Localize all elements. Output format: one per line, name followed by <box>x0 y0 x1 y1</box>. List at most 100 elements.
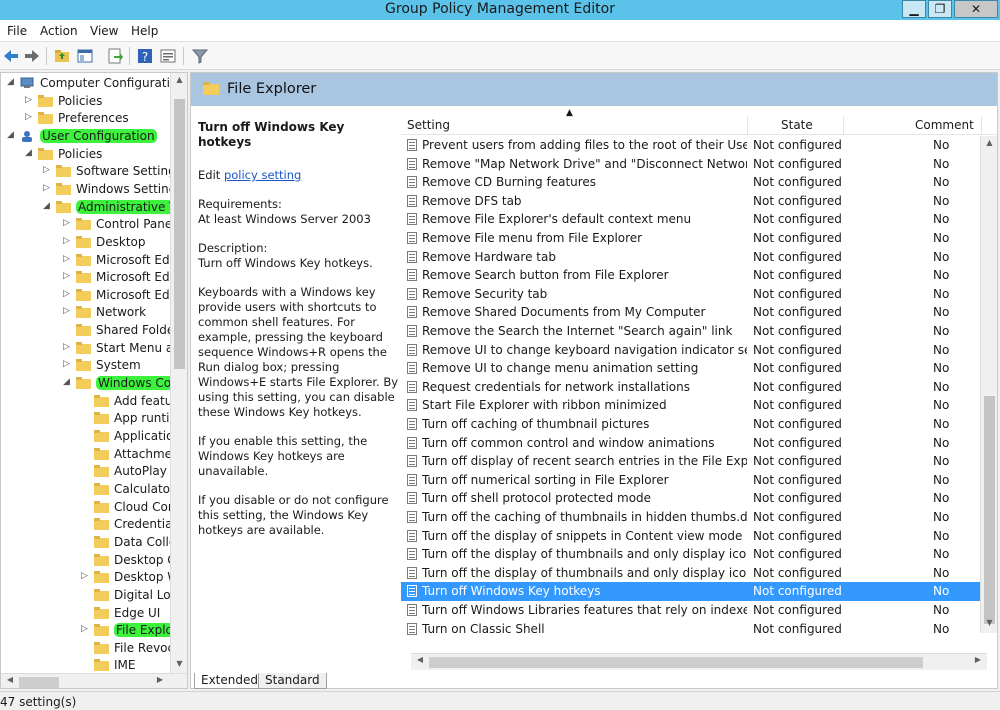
setting-row[interactable]: Remove File menu from File Explorer Not c… <box>401 229 981 248</box>
expand-icon[interactable]: ▷ <box>63 236 73 246</box>
tree-item[interactable]: AutoPlay F <box>1 463 178 481</box>
menu-help[interactable]: Help <box>131 24 158 38</box>
close-button[interactable]: ✕ <box>954 0 998 18</box>
scroll-up-icon[interactable]: ▲ <box>171 75 187 84</box>
scroll-down-icon[interactable]: ▼ <box>171 659 187 668</box>
properties-icon[interactable] <box>159 47 177 65</box>
tree-item[interactable]: Data Colle <box>1 534 176 552</box>
setting-row[interactable]: Turn off shell protocol protected mode No… <box>401 489 981 508</box>
collapse-icon[interactable]: ◢ <box>43 201 53 211</box>
tree-item[interactable]: App runtir <box>1 410 174 428</box>
back-icon[interactable] <box>2 47 20 65</box>
setting-row[interactable]: Start File Explorer with ribbon minimize… <box>401 396 981 415</box>
tree-item[interactable]: ▷ Microsoft Edg <box>1 287 177 305</box>
setting-row[interactable]: Prevent users from adding files to the r… <box>401 136 981 155</box>
list-scroll-thumb[interactable] <box>984 396 995 624</box>
list-hscroll-thumb[interactable] <box>429 657 923 668</box>
setting-row[interactable]: Remove "Map Network Drive" and "Disconne… <box>401 155 981 174</box>
setting-row[interactable]: Remove File Explorer's default context m… <box>401 210 981 229</box>
tree-scroll-thumb[interactable] <box>174 99 185 369</box>
setting-row[interactable]: Remove Shared Documents from My Computer… <box>401 303 981 322</box>
setting-row[interactable]: Remove UI to change menu animation setti… <box>401 359 981 378</box>
tree-item[interactable]: Calculator <box>1 481 175 499</box>
expand-icon[interactable]: ▷ <box>63 342 73 352</box>
tree-item[interactable]: Desktop G <box>1 552 177 570</box>
setting-row[interactable]: Remove the Search the Internet "Search a… <box>401 322 981 341</box>
tree-item[interactable]: ◢ Windows Con <box>1 375 181 393</box>
column-divider[interactable] <box>747 116 748 134</box>
expand-icon[interactable]: ▷ <box>43 165 53 175</box>
expand-icon[interactable]: ▷ <box>25 95 35 105</box>
tree-item[interactable]: ◢ Administrative Te <box>1 199 184 217</box>
edit-policy-link[interactable]: policy setting <box>224 168 301 182</box>
setting-row[interactable]: Turn off Windows Libraries features that… <box>401 601 981 620</box>
tree-item[interactable]: ▷ Preferences <box>1 110 171 128</box>
setting-row[interactable]: Turn off the display of thumbnails and o… <box>401 545 981 564</box>
tree-item[interactable]: Attachmer <box>1 446 177 464</box>
expand-icon[interactable]: ▷ <box>63 359 73 369</box>
expand-icon[interactable]: ▷ <box>63 254 73 264</box>
expand-icon[interactable]: ▷ <box>81 571 91 581</box>
expand-icon[interactable]: ▷ <box>81 624 91 634</box>
setting-row[interactable]: Remove UI to change keyboard navigation … <box>401 341 981 360</box>
column-header-state[interactable]: State <box>781 118 813 132</box>
tree-item[interactable]: File Revoc <box>1 640 174 658</box>
scroll-left-icon[interactable]: ◀ <box>3 675 17 684</box>
menu-file[interactable]: File <box>7 24 27 38</box>
expand-icon[interactable]: ▷ <box>63 271 73 281</box>
tree-item[interactable]: ▷ Desktop <box>1 234 171 252</box>
setting-row[interactable]: Turn off numerical sorting in File Explo… <box>401 471 981 490</box>
show-hide-tree-icon[interactable] <box>76 47 94 65</box>
forward-icon[interactable] <box>23 47 41 65</box>
tree-item[interactable]: ◢ Policies <box>1 146 171 164</box>
expand-icon[interactable]: ▷ <box>25 112 35 122</box>
filter-icon[interactable] <box>191 47 209 65</box>
expand-icon[interactable]: ▷ <box>63 218 73 228</box>
setting-row[interactable]: Remove Search button from File Explorer N… <box>401 266 981 285</box>
column-header-comment[interactable]: Comment <box>915 118 974 132</box>
expand-icon[interactable]: ▷ <box>63 306 73 316</box>
column-divider[interactable] <box>981 116 982 134</box>
tree-item[interactable]: ▷ Microsoft Edg <box>1 269 177 287</box>
scroll-left-icon[interactable]: ◀ <box>413 655 427 664</box>
tree-hscroll-thumb[interactable] <box>19 677 59 688</box>
collapse-icon[interactable]: ◢ <box>25 148 35 158</box>
tree-item[interactable]: ◢ Computer Configuration <box>1 75 185 93</box>
tree-item[interactable]: ▷ Windows Settings <box>1 181 183 199</box>
menu-view[interactable]: View <box>90 24 118 38</box>
tree-item[interactable]: ▷ Software Settings <box>1 163 182 181</box>
up-folder-icon[interactable] <box>53 47 71 65</box>
tree-item[interactable]: ◢ User Configuration <box>1 128 171 146</box>
tree-item[interactable]: ▷ Microsoft Edg <box>1 252 177 270</box>
tree-item[interactable]: Digital Loc <box>1 587 177 605</box>
setting-row[interactable]: Turn off common control and window anima… <box>401 434 981 453</box>
scroll-right-icon[interactable]: ▶ <box>153 675 167 684</box>
collapse-icon[interactable]: ◢ <box>63 377 73 387</box>
tab-extended[interactable]: Extended <box>194 673 265 689</box>
setting-row[interactable]: Remove Hardware tab Not configured No <box>401 248 981 267</box>
tree-item[interactable]: ▷ System <box>1 357 171 375</box>
column-divider[interactable] <box>843 116 844 134</box>
tree-item[interactable]: ▷ Start Menu an <box>1 340 181 358</box>
tree-item[interactable]: Applicatio <box>1 428 173 446</box>
expand-icon[interactable]: ▷ <box>63 289 73 299</box>
expand-icon[interactable]: ▷ <box>43 183 53 193</box>
tree-item[interactable]: Credential <box>1 516 176 534</box>
tree-item[interactable]: ▷ Policies <box>1 93 171 111</box>
setting-row[interactable]: Request credentials for network installa… <box>401 378 981 397</box>
minimize-button[interactable]: ▁ <box>902 0 926 18</box>
setting-row[interactable]: Turn off Windows Key hotkeys Not configur… <box>401 582 981 601</box>
scroll-down-icon[interactable]: ▼ <box>981 618 998 627</box>
tree-item[interactable]: Add featur <box>1 393 177 411</box>
tree-item[interactable]: Cloud Cor <box>1 499 173 517</box>
scroll-up-icon[interactable]: ▲ <box>981 138 998 147</box>
scroll-right-icon[interactable]: ▶ <box>971 655 985 664</box>
collapse-icon[interactable]: ◢ <box>7 130 17 140</box>
tree-item[interactable]: Shared Folder <box>1 322 179 340</box>
export-list-icon[interactable] <box>106 47 124 65</box>
setting-row[interactable]: Turn off caching of thumbnail pictures No… <box>401 415 981 434</box>
tree-item[interactable]: Edge UI <box>1 605 171 623</box>
setting-row[interactable]: Turn on Classic Shell Not configured No <box>401 620 981 639</box>
tree-item[interactable]: ▷ File Explor <box>1 622 180 640</box>
setting-row[interactable]: Turn off the display of thumbnails and o… <box>401 564 981 583</box>
